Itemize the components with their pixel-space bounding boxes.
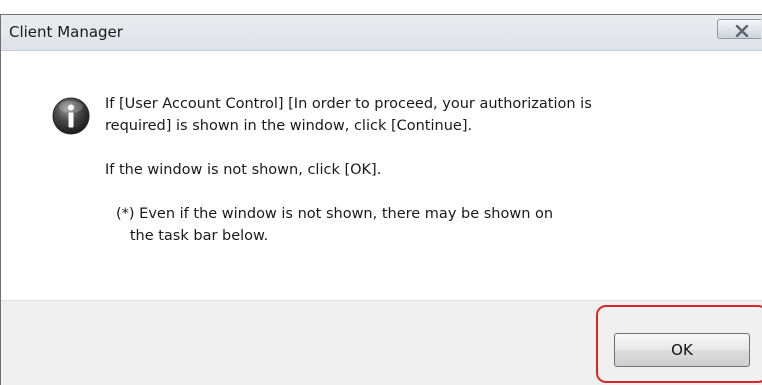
message-note: (*) Even if the window is not shown, the…: [116, 206, 554, 244]
client-manager-dialog: Client Manager If [User Account Control]…: [0, 14, 762, 385]
title-bar[interactable]: Client Manager: [1, 15, 762, 51]
ok-button[interactable]: OK: [614, 333, 750, 367]
close-button[interactable]: [717, 19, 761, 39]
dialog-content: If [User Account Control] [In order to p…: [1, 51, 762, 300]
info-icon: [52, 97, 90, 135]
message-line-2: If the window is not shown, click [OK].: [105, 162, 382, 178]
close-icon: [735, 25, 749, 37]
window-title: Client Manager: [9, 23, 123, 41]
message-line-1: If [User Account Control] [In order to p…: [105, 96, 592, 134]
dialog-footer: OK: [1, 300, 762, 385]
